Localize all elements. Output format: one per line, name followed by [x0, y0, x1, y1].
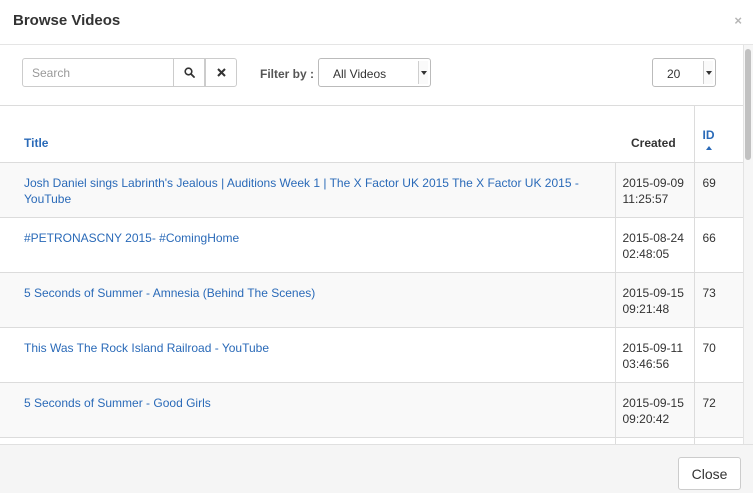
video-title-link[interactable]: Josh Daniel sings Labrinth's Jealous | A… — [0, 162, 616, 218]
table-row[interactable]: Josh Daniel sings Labrinth's Jealous | A… — [0, 162, 743, 218]
video-created-cell: 2015-08-24 02:48:05 — [615, 217, 694, 273]
column-header-title[interactable]: Title — [0, 106, 615, 163]
table-row[interactable]: This Was The Rock Island Railroad - YouT… — [0, 327, 743, 383]
clear-search-button[interactable] — [205, 58, 237, 87]
table-row[interactable]: #PETRONASCNY 2015- #ComingHome 2015-08-24… — [0, 217, 743, 273]
sort-ascending-icon — [705, 145, 712, 150]
filter-select[interactable]: All Videos — [318, 58, 431, 87]
filter-select-value: All Videos — [333, 67, 387, 81]
video-created-date: 2015-09-11 — [622, 340, 684, 355]
table-header-row: Title Created ID — [0, 106, 743, 163]
video-created-time: 03:46:56 — [622, 356, 670, 371]
video-created-cell — [615, 437, 694, 444]
video-created-cell: 2015-09-09 11:25:57 — [615, 162, 694, 218]
video-created-time: 09:21:48 — [622, 301, 670, 316]
video-created-cell: 2015-09-11 03:46:56 — [615, 327, 694, 383]
chevron-down-icon — [418, 61, 428, 84]
videos-table: Title Created ID Josh Daniel sings Labri… — [0, 106, 743, 444]
video-created-date: 2015-09-15 — [622, 285, 684, 300]
filter-label: Filter by : — [260, 67, 315, 81]
table-row[interactable]: 5 Seconds of Summer - Amnesia (Behind Th… — [0, 272, 743, 328]
videos-table-container: Title Created ID Josh Daniel sings Labri… — [0, 106, 743, 444]
video-id-cell: 69 — [693, 162, 743, 218]
video-created-time: 02:48:05 — [622, 246, 670, 261]
column-header-created[interactable]: Created — [615, 106, 694, 163]
video-id-cell — [693, 437, 743, 444]
video-created-date: 2015-09-09 — [622, 175, 684, 190]
video-title-link[interactable]: This Was The Rock Island Railroad - YouT… — [0, 327, 616, 383]
video-id-cell: 73 — [693, 272, 743, 328]
video-created-time: 09:20:42 — [622, 411, 670, 426]
video-title-link[interactable]: #PETRONASCNY 2015- #ComingHome — [0, 217, 616, 273]
close-icon — [216, 68, 226, 77]
video-created-cell: 2015-09-15 09:20:42 — [615, 382, 694, 438]
video-id-cell: 66 — [693, 217, 743, 273]
video-title-link[interactable] — [0, 437, 616, 444]
modal-close-icon[interactable]: × — [734, 13, 742, 28]
video-created-date: 2015-08-24 — [622, 230, 684, 245]
modal-header: Browse Videos × — [0, 0, 753, 45]
video-title-link[interactable]: 5 Seconds of Summer - Good Girls — [0, 382, 616, 438]
scrollbar-thumb[interactable] — [745, 49, 751, 160]
modal-footer: Close — [0, 444, 753, 493]
chevron-down-icon — [703, 61, 713, 84]
close-button[interactable]: Close — [678, 457, 741, 490]
column-header-id[interactable]: ID — [693, 106, 743, 163]
video-id-cell: 72 — [693, 382, 743, 438]
video-title-link[interactable]: 5 Seconds of Summer - Amnesia (Behind Th… — [0, 272, 616, 328]
column-header-id-label: ID — [702, 127, 715, 142]
table-row[interactable] — [0, 437, 743, 444]
video-id-cell: 70 — [693, 327, 743, 383]
modal-title: Browse Videos — [13, 12, 121, 29]
search-input[interactable] — [22, 58, 174, 87]
toolbar: Filter by : All Videos 20 — [0, 45, 743, 106]
video-created-time: 11:25:57 — [622, 191, 669, 206]
per-page-select[interactable]: 20 — [652, 58, 716, 87]
per-page-select-value: 20 — [667, 67, 681, 81]
video-created-date: 2015-09-15 — [622, 395, 684, 410]
search-icon — [183, 67, 195, 78]
table-row[interactable]: 5 Seconds of Summer - Good Girls 2015-09-… — [0, 382, 743, 438]
video-created-cell: 2015-09-15 09:21:48 — [615, 272, 694, 328]
search-button[interactable] — [173, 58, 205, 87]
